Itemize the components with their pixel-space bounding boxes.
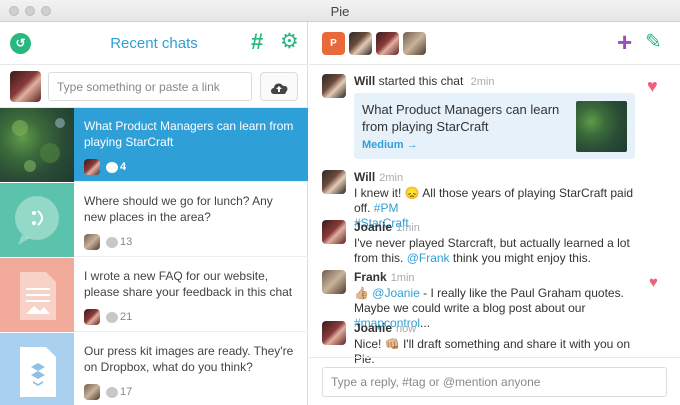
timestamp: 2min — [470, 76, 495, 88]
chat-list-item[interactable]: Where should we go for lunch? Any new pl… — [0, 183, 308, 257]
pencil-icon[interactable]: ✎ — [645, 31, 662, 53]
starter-action: started this chat — [378, 74, 464, 88]
conversation-panel: P + ✎ Will started this chat 2min What P… — [309, 22, 680, 405]
link-thumbnail — [576, 101, 627, 152]
comment-bubble-icon — [106, 236, 118, 248]
chat-list-item[interactable]: Our press kit images are ready. They're … — [0, 333, 308, 405]
mention-link[interactable]: @Joanie — [372, 286, 420, 300]
avatar — [84, 384, 100, 400]
heart-icon[interactable]: ♥ — [649, 274, 658, 291]
timestamp: 2min — [379, 172, 404, 184]
author-name: Will — [354, 74, 376, 88]
avatar — [322, 270, 346, 294]
avatar — [84, 309, 100, 325]
chat-meta: 17 — [84, 384, 132, 400]
chat-meta: 13 — [84, 234, 132, 250]
comment-count: 4 — [120, 161, 127, 173]
chat-list-panel: ↺ Recent chats # ⚙ What Product Managers… — [0, 22, 308, 405]
avatar — [322, 220, 346, 244]
participant-avatar[interactable] — [376, 32, 399, 55]
hashtag-icon[interactable]: # — [251, 31, 263, 53]
avatar — [84, 159, 100, 175]
link-source[interactable]: Medium → — [362, 139, 418, 151]
comment-count: 13 — [120, 236, 133, 248]
chat-list-item[interactable]: I wrote a new FAQ for our website, pleas… — [0, 258, 308, 332]
author-name: Joanie — [354, 321, 393, 335]
avatar — [84, 234, 100, 250]
chat-thumbnail — [0, 333, 74, 405]
chat-preview-text: What Product Managers can learn from pla… — [84, 119, 294, 149]
author-name: Frank — [354, 270, 387, 284]
compose-input[interactable] — [48, 72, 252, 101]
participant-avatar[interactable] — [403, 32, 426, 55]
window-titlebar: Pie — [0, 0, 680, 22]
author-name: Joanie — [354, 220, 393, 234]
avatar — [322, 170, 346, 194]
avatar — [322, 321, 346, 345]
message-body: I've never played Starcraft, but actuall… — [354, 236, 630, 265]
reply-bar — [309, 357, 680, 405]
mention-link[interactable]: @Frank — [407, 251, 450, 265]
chat-preview-text: Where should we go for lunch? Any new pl… — [84, 194, 273, 224]
chat-preview-text: Our press kit images are ready. They're … — [84, 344, 294, 374]
avatar — [322, 74, 346, 98]
comment-count: 21 — [120, 311, 133, 323]
reply-input[interactable] — [322, 367, 667, 397]
chat-list-header: ↺ Recent chats # ⚙ — [0, 22, 308, 65]
compose-bar — [0, 65, 308, 108]
cloud-upload-icon[interactable] — [260, 72, 298, 101]
hashtag-link[interactable]: #PM — [374, 201, 399, 215]
gear-icon[interactable]: ⚙ — [280, 31, 299, 53]
chat-preview-text: I wrote a new FAQ for our website, pleas… — [84, 269, 293, 299]
comment-count: 17 — [120, 386, 133, 398]
timestamp: 1min — [390, 272, 415, 284]
link-title: What Product Managers can learn from pla… — [362, 102, 560, 134]
heart-icon[interactable]: ♥ — [647, 76, 658, 97]
my-avatar — [10, 71, 41, 102]
link-preview-card[interactable]: What Product Managers can learn from pla… — [354, 93, 635, 159]
chat-thumbnail — [0, 108, 74, 182]
chat-thumbnail — [0, 258, 74, 332]
chat-thumbnail — [0, 183, 74, 257]
chat-meta: 4 — [84, 159, 126, 175]
participant-avatar[interactable] — [349, 32, 372, 55]
timestamp: 1min — [396, 222, 420, 234]
conversation-header: P + ✎ — [309, 22, 680, 65]
comment-bubble-icon — [106, 386, 118, 398]
powerpoint-icon: P — [322, 32, 345, 55]
comment-bubble-icon — [106, 161, 118, 173]
window-title: Pie — [330, 4, 350, 19]
chat-meta: 21 — [84, 309, 132, 325]
chat-list-item[interactable]: What Product Managers can learn from pla… — [0, 108, 308, 182]
timestamp: now — [396, 323, 417, 335]
author-name: Will — [354, 170, 376, 184]
comment-bubble-icon — [106, 311, 118, 323]
plus-icon[interactable]: + — [617, 29, 632, 55]
